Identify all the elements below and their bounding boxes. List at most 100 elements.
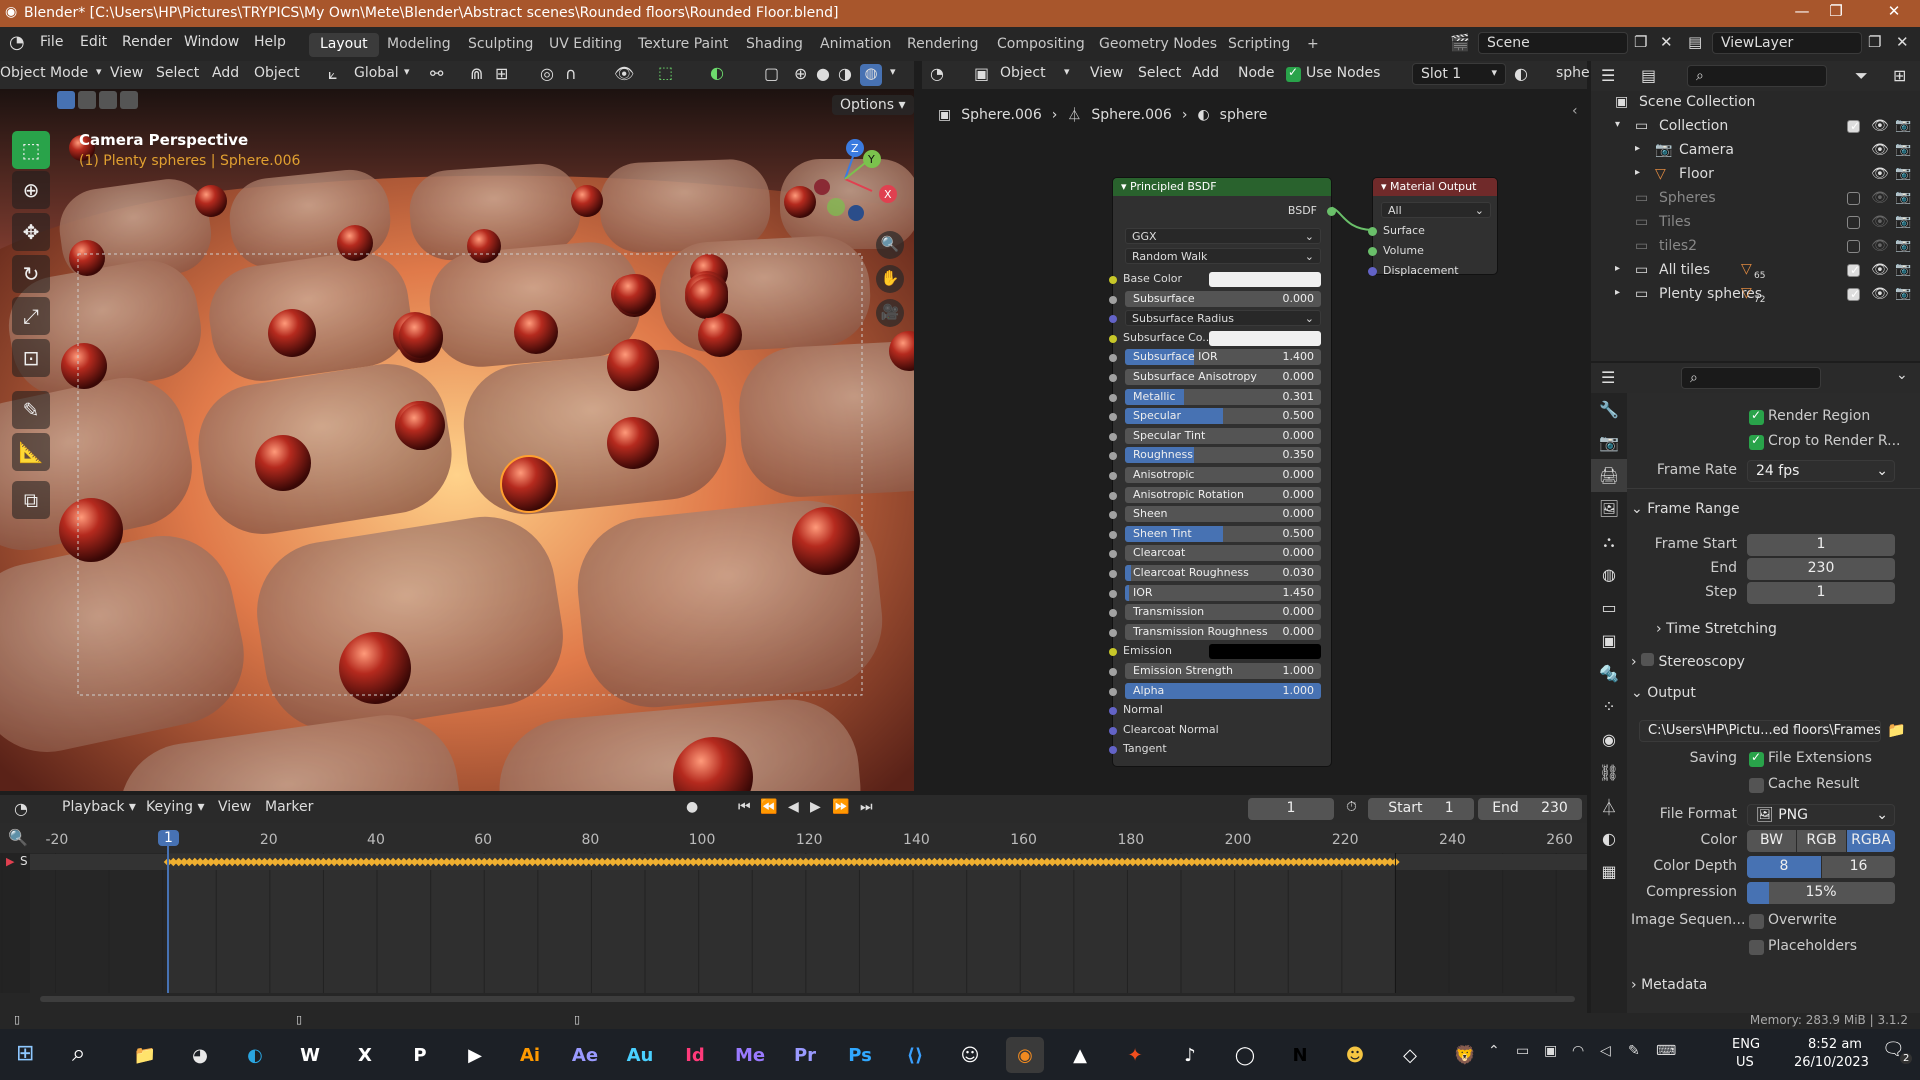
input-socket[interactable] bbox=[1109, 628, 1117, 637]
param-slider[interactable]: Clearcoat Roughness 0.030 bbox=[1125, 565, 1321, 581]
tab-shading[interactable]: Shading bbox=[735, 33, 814, 57]
input-socket[interactable] bbox=[1109, 276, 1117, 284]
subsurface-radius-dropdown[interactable]: Subsurface Radius ⌄ bbox=[1125, 310, 1321, 327]
wifi-icon[interactable]: ◠ bbox=[1572, 1043, 1584, 1059]
end-frame-field[interactable]: End 230 bbox=[1478, 798, 1582, 820]
taskbar-app-github-icon[interactable]: ◯ bbox=[1226, 1037, 1264, 1073]
preview-range-icon[interactable]: ⏱ bbox=[1346, 799, 1357, 815]
exclude-checkbox[interactable] bbox=[1847, 192, 1860, 205]
render-visibility-icon[interactable]: 📷 bbox=[1895, 118, 1911, 133]
jump-keyframe-forward-icon[interactable]: ⏩ bbox=[832, 799, 849, 815]
bsdf-param-row[interactable]: Roughness 0.350 bbox=[1109, 446, 1333, 465]
folder-browse-icon[interactable]: 📁 bbox=[1887, 721, 1906, 739]
taskbar-app-n-icon[interactable]: N bbox=[1281, 1037, 1319, 1073]
bsdf-param-row[interactable]: Metallic 0.301 bbox=[1109, 388, 1333, 407]
rendered-shading-icon[interactable]: ◍ bbox=[860, 64, 882, 86]
visibility-icon[interactable]: 👁 bbox=[614, 64, 634, 83]
render-visibility-icon[interactable]: 📷 bbox=[1895, 214, 1911, 229]
input-socket[interactable] bbox=[1109, 570, 1117, 578]
input-socket[interactable] bbox=[1109, 550, 1117, 559]
bsdf-param-row[interactable]: Clearcoat Normal bbox=[1109, 721, 1333, 740]
time-stretching-section[interactable]: › Time Stretching bbox=[1656, 621, 1777, 637]
exclude-checkbox[interactable] bbox=[1847, 216, 1860, 229]
menu-file[interactable]: File bbox=[40, 34, 63, 50]
keyboard-icon[interactable]: ⌨ bbox=[1656, 1043, 1676, 1059]
viewport-menu-add[interactable]: Add bbox=[212, 65, 239, 81]
bsdf-param-row[interactable]: Tangent bbox=[1109, 740, 1333, 759]
input-socket[interactable] bbox=[1109, 393, 1117, 402]
cursor-tool-icon[interactable]: ⊕ bbox=[12, 171, 50, 209]
frame-start-field[interactable]: 1 bbox=[1747, 534, 1895, 556]
compression-slider[interactable]: 15% bbox=[1747, 882, 1895, 904]
input-socket[interactable] bbox=[1109, 707, 1117, 716]
filter-icon[interactable]: ⏷ bbox=[1855, 66, 1868, 86]
principled-bsdf-node[interactable]: ▾ Principled BSDF BSDF GGX ⌄ Random Walk ⌄… bbox=[1109, 177, 1336, 767]
principled-bsdf-header[interactable]: ▾ Principled BSDF bbox=[1113, 178, 1331, 196]
outliner-row[interactable]: ▸ ▽ Floor 👁 📷 bbox=[1591, 163, 1920, 187]
taskbar-app-chrome-icon[interactable]: ◕ bbox=[181, 1037, 219, 1073]
record-button[interactable]: ● bbox=[686, 799, 698, 815]
node-menu-add[interactable]: Add bbox=[1192, 65, 1219, 81]
properties-search-input[interactable]: ⌕ bbox=[1681, 367, 1821, 389]
taskbar-app-w-icon[interactable]: W bbox=[291, 1037, 329, 1073]
outliner-row[interactable]: ▸ 📷 Camera 👁 📷 bbox=[1591, 139, 1920, 163]
visibility-eye-icon[interactable]: 👁 bbox=[1871, 238, 1889, 254]
jump-start-icon[interactable]: ⏮ bbox=[738, 799, 751, 815]
camera-view-icon[interactable]: 🎥 bbox=[876, 299, 904, 327]
battery-icon[interactable]: ▭ bbox=[1516, 1043, 1529, 1059]
properties-options-icon[interactable]: ⌄ bbox=[1896, 367, 1908, 383]
use-nodes-checkbox[interactable] bbox=[1286, 65, 1301, 82]
taskbar-app-media-icon[interactable]: ▶ bbox=[456, 1037, 494, 1073]
wireframe-shading-icon[interactable]: ⊕ bbox=[794, 64, 807, 83]
param-slider[interactable]: Sheen 0.000 bbox=[1125, 506, 1321, 523]
pivot-point-icon[interactable]: ⚯ bbox=[430, 64, 443, 83]
tab-animation[interactable]: Animation bbox=[809, 33, 902, 57]
bsdf-param-row[interactable]: Subsurface IOR 1.400 bbox=[1109, 348, 1333, 367]
clock-time[interactable]: 8:52 am bbox=[1808, 1037, 1862, 1052]
frame-range-section[interactable]: ⌄ Frame Range bbox=[1631, 501, 1740, 517]
input-socket[interactable] bbox=[1109, 511, 1117, 520]
depth-16-button[interactable]: 16 bbox=[1822, 856, 1895, 878]
bsdf-param-row[interactable]: Subsurface Anisotropy 0.000 bbox=[1109, 368, 1333, 387]
viewport-menu-view[interactable]: View bbox=[110, 65, 143, 81]
visibility-eye-icon[interactable]: 👁 bbox=[1871, 286, 1889, 302]
modifier-tab-icon[interactable]: 🔩 bbox=[1591, 657, 1627, 690]
bsdf-param-row[interactable]: Clearcoat Roughness 0.030 bbox=[1109, 564, 1333, 583]
param-slider[interactable]: Transmission Roughness 0.000 bbox=[1125, 623, 1321, 640]
input-socket[interactable] bbox=[1109, 726, 1117, 735]
input-socket[interactable] bbox=[1109, 687, 1117, 696]
scene-icon[interactable]: 🎬 bbox=[1450, 33, 1470, 52]
solid-shading-icon[interactable]: ● bbox=[816, 64, 830, 83]
jump-end-icon[interactable]: ⏭ bbox=[860, 799, 873, 815]
outliner-search-input[interactable]: ⌕ bbox=[1687, 65, 1827, 87]
subsurface-method-dropdown[interactable]: Random Walk ⌄ bbox=[1125, 248, 1321, 264]
select-mode-buttons[interactable] bbox=[57, 91, 138, 109]
properties-editor[interactable]: ☰ ⌕ ⌄ 🔧 📷 🖨 🖼 ⛬ ◍ ▭ ▣ 🔩 ⁘ ◉ ⛓ ⏃ ◐ ▦ Rend… bbox=[1591, 363, 1920, 1013]
output-tab-icon[interactable]: 🖨 bbox=[1591, 459, 1627, 492]
overlay-toggle-icon[interactable]: ◐ bbox=[710, 63, 724, 82]
rotate-tool-icon[interactable]: ↻ bbox=[12, 255, 50, 293]
material-browse-icon[interactable]: ◐ bbox=[1514, 64, 1528, 83]
delete-viewlayer-icon[interactable]: ✕ bbox=[1896, 33, 1909, 51]
shading-chevron-icon[interactable]: ▾ bbox=[890, 65, 896, 78]
object-tab-icon[interactable]: ▣ bbox=[1591, 624, 1627, 657]
render-visibility-icon[interactable]: 📷 bbox=[1895, 166, 1911, 181]
slot-dropdown[interactable]: Slot 1 ▾ bbox=[1412, 63, 1506, 85]
bsdf-param-row[interactable]: Sheen 0.000 bbox=[1109, 505, 1333, 524]
world-tab-icon[interactable]: ◍ bbox=[1591, 558, 1627, 591]
frame-rate-dropdown[interactable]: 24 fps ⌄ bbox=[1747, 460, 1895, 482]
taskbar-app-vlc-icon[interactable]: ▲ bbox=[1061, 1037, 1099, 1073]
param-slider[interactable]: Anisotropic Rotation 0.000 bbox=[1125, 486, 1321, 503]
overwrite-checkbox[interactable] bbox=[1749, 914, 1764, 929]
render-visibility-icon[interactable]: 📷 bbox=[1895, 286, 1911, 301]
render-visibility-icon[interactable]: 📷 bbox=[1895, 190, 1911, 205]
proportional-edit-icon[interactable]: ◎ bbox=[540, 64, 554, 83]
distribution-dropdown[interactable]: GGX ⌄ bbox=[1125, 228, 1321, 244]
playback-menu[interactable]: Playback ▾ bbox=[62, 799, 136, 815]
menu-render[interactable]: Render bbox=[122, 34, 172, 50]
texture-tab-icon[interactable]: ▦ bbox=[1591, 855, 1627, 888]
bsdf-param-row[interactable]: Sheen Tint 0.500 bbox=[1109, 525, 1333, 544]
navigation-gizmo[interactable]: Z Y X bbox=[790, 131, 900, 241]
param-slider[interactable]: Subsurface Anisotropy 0.000 bbox=[1125, 369, 1321, 385]
render-tab-icon[interactable]: 📷 bbox=[1591, 426, 1627, 459]
